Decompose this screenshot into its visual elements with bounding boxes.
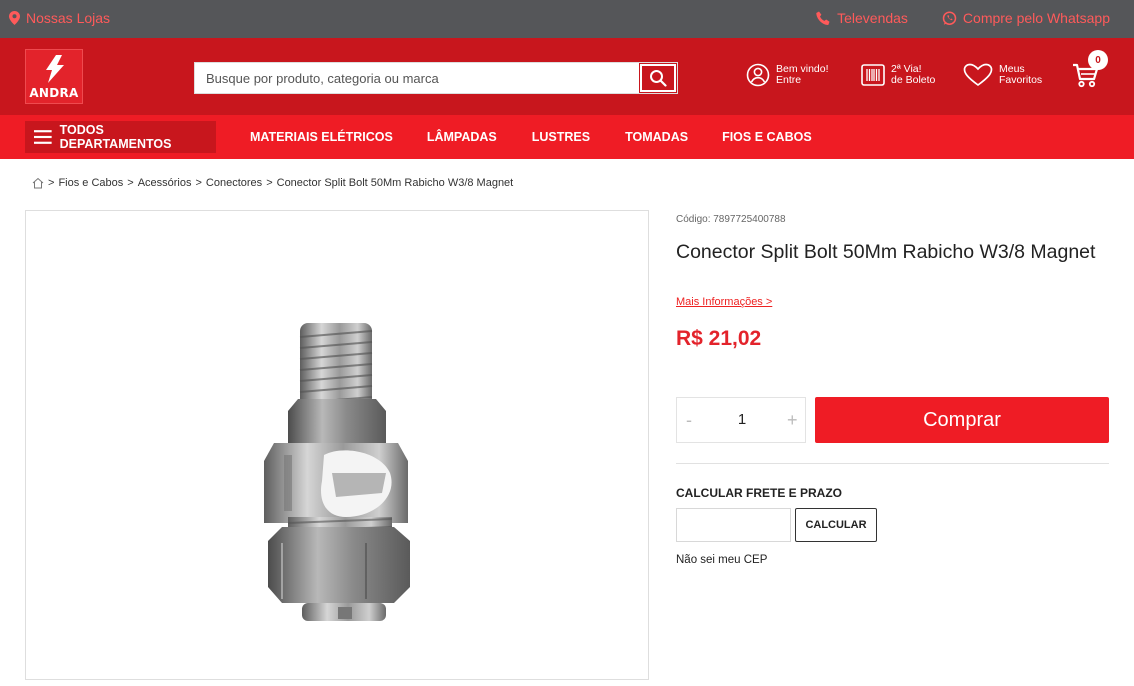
- product-title: Conector Split Bolt 50Mm Rabicho W3/8 Ma…: [676, 241, 1096, 263]
- unknown-cep-link[interactable]: Não sei meu CEP: [676, 554, 767, 566]
- product-price: R$ 21,02: [676, 327, 762, 350]
- breadcrumb-separator: >: [266, 177, 273, 189]
- favorites-line2: Favoritos: [999, 74, 1043, 86]
- breadcrumb-separator: >: [48, 177, 55, 189]
- freight-title: CALCULAR FRETE E PRAZO: [676, 486, 842, 500]
- logo-text: ANDRA: [29, 86, 79, 100]
- product-image[interactable]: [26, 211, 650, 681]
- whatsapp-label: Compre pelo Whatsapp: [962, 10, 1110, 26]
- heart-icon: [963, 63, 993, 87]
- whatsapp-icon: [942, 10, 957, 25]
- our-stores-label: Nossas Lojas: [26, 10, 111, 26]
- breadcrumb: > Fios e Cabos > Acessórios > Conectores…: [32, 177, 513, 189]
- breadcrumb-fios-e-cabos[interactable]: Fios e Cabos: [58, 177, 123, 189]
- search-bar: [194, 62, 678, 94]
- calculate-button[interactable]: CALCULAR: [795, 508, 877, 542]
- barcode-icon: [861, 64, 885, 86]
- quantity-increase-button[interactable]: +: [787, 410, 798, 431]
- nav-item-materiais-eletricos[interactable]: MATERIAIS ELÉTRICOS: [250, 130, 393, 144]
- home-icon[interactable]: [32, 177, 44, 189]
- login-link[interactable]: Bem vindo! Entre: [746, 63, 829, 87]
- cep-input[interactable]: [676, 508, 791, 542]
- boleto-line2: de Boleto: [891, 74, 936, 86]
- all-departments-button[interactable]: TODOS DEPARTAMENTOS: [25, 121, 216, 153]
- nav-item-lustres[interactable]: LUSTRES: [532, 130, 590, 144]
- divider: [676, 463, 1109, 464]
- quantity-input[interactable]: [727, 410, 757, 429]
- quantity-decrease-button[interactable]: -: [686, 410, 692, 431]
- our-stores-link[interactable]: Nossas Lojas: [9, 10, 110, 26]
- whatsapp-link[interactable]: Compre pelo Whatsapp: [942, 10, 1110, 26]
- cart-count-badge: 0: [1088, 50, 1108, 70]
- quantity-stepper: - +: [676, 397, 806, 443]
- product-image-box: [25, 210, 649, 680]
- boleto-link[interactable]: 2ª Via! de Boleto: [861, 63, 935, 87]
- phone-icon: [816, 11, 830, 25]
- hamburger-icon: [34, 130, 52, 144]
- breadcrumb-separator: >: [195, 177, 202, 189]
- top-bar: Nossas Lojas Televendas Compre pelo What…: [0, 0, 1134, 38]
- favorites-link[interactable]: Meus Favoritos: [963, 63, 1042, 87]
- search-button[interactable]: [639, 63, 677, 93]
- nav-menu: MATERIAIS ELÉTRICOS LÂMPADAS LUSTRES TOM…: [250, 115, 812, 159]
- nav-item-fios-e-cabos[interactable]: FIOS E CABOS: [722, 130, 812, 144]
- nav-item-lampadas[interactable]: LÂMPADAS: [427, 130, 497, 144]
- location-pin-icon: [9, 11, 20, 25]
- breadcrumb-conectores[interactable]: Conectores: [206, 177, 262, 189]
- product-code: Código: 7897725400788: [676, 214, 786, 225]
- breadcrumb-current: Conector Split Bolt 50Mm Rabicho W3/8 Ma…: [276, 177, 514, 189]
- telesales-label: Televendas: [837, 10, 908, 26]
- lightning-logo-icon: [46, 55, 64, 83]
- breadcrumb-acessorios[interactable]: Acessórios: [138, 177, 192, 189]
- cart-button[interactable]: 0: [1072, 50, 1112, 96]
- more-info-link[interactable]: Mais Informações >: [676, 296, 772, 308]
- login-action: Entre: [776, 74, 802, 86]
- search-input[interactable]: [195, 63, 639, 93]
- nav-item-tomadas[interactable]: TOMADAS: [625, 130, 688, 144]
- all-departments-label: TODOS DEPARTAMENTOS: [59, 123, 172, 151]
- user-icon: [746, 63, 770, 87]
- category-nav: TODOS DEPARTAMENTOS MATERIAIS ELÉTRICOS …: [0, 115, 1134, 159]
- breadcrumb-separator: >: [127, 177, 134, 189]
- search-icon: [650, 70, 667, 87]
- telesales-link[interactable]: Televendas: [816, 10, 908, 26]
- buy-button[interactable]: Comprar: [815, 397, 1109, 443]
- main-header: ANDRA Bem vindo!Entre 2ª Via!de Boleto M…: [0, 38, 1134, 115]
- andra-logo[interactable]: ANDRA: [25, 49, 83, 104]
